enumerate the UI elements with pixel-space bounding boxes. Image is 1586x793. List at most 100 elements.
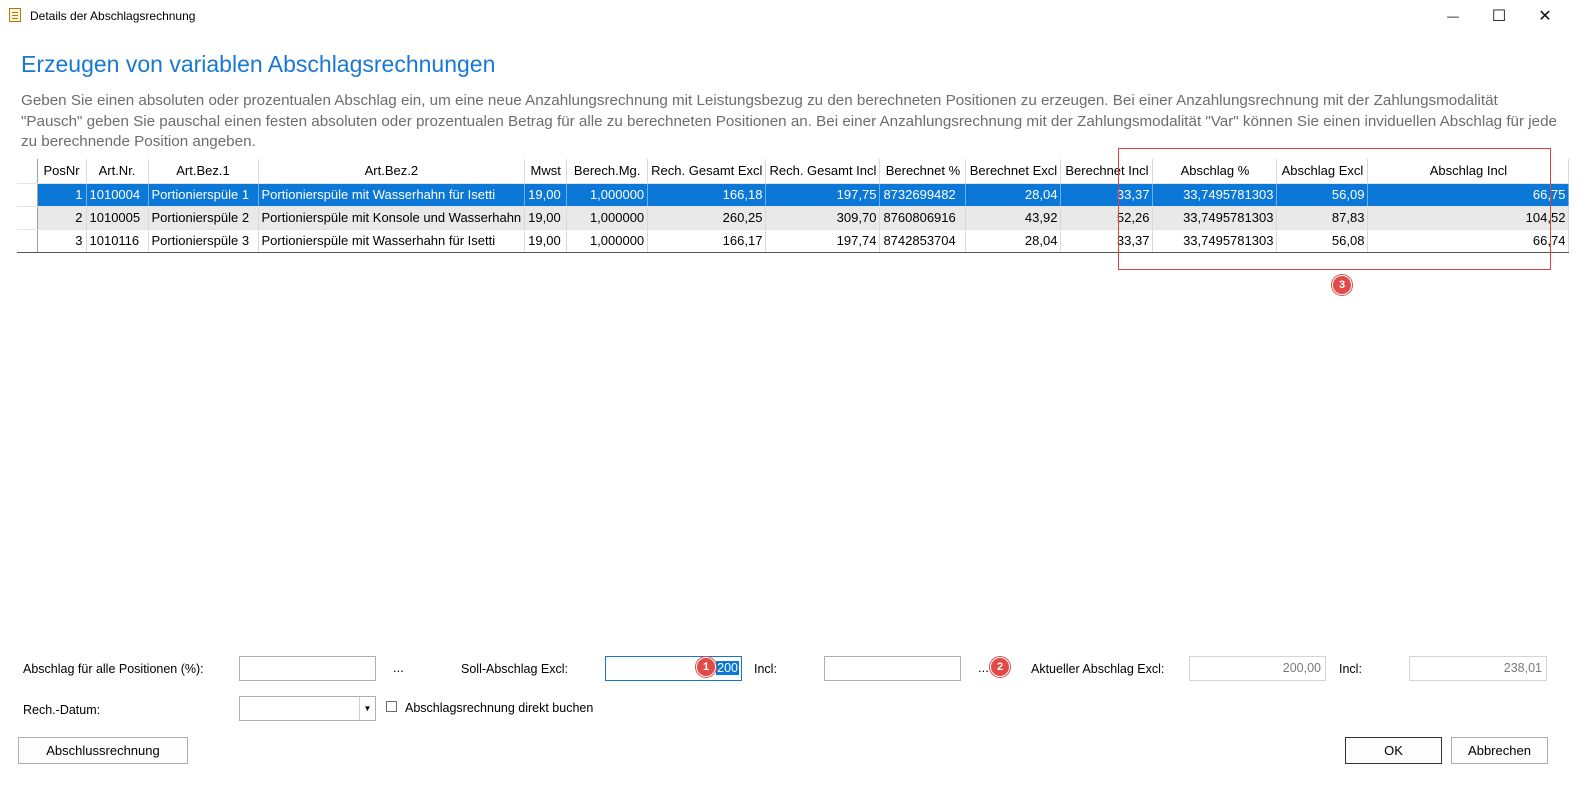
cell-abschlag-excl[interactable]: 87,83 (1276, 206, 1369, 230)
aktueller-incl-label: Incl: (1339, 662, 1362, 676)
cell-berechnet-incl[interactable]: 52,26 (1060, 206, 1154, 230)
ok-button[interactable]: OK (1345, 737, 1442, 764)
close-button[interactable]: ✕ (1522, 0, 1568, 32)
marker-3: 3 (1332, 275, 1352, 295)
close-icon: ✕ (1538, 8, 1552, 25)
positions-grid: PosNr Art.Nr. Art.Bez.1 Art.Bez.2 Mwst B… (17, 159, 1570, 253)
soll-incl-label: Incl: (754, 662, 777, 676)
cell-abschlag-excl[interactable]: 56,09 (1276, 183, 1369, 207)
abbrechen-button[interactable]: Abbrechen (1451, 737, 1548, 764)
cell-abschlag-pct[interactable]: 33,7495781303 (1152, 183, 1278, 207)
maximize-icon: ☐ (1491, 8, 1507, 25)
row-header[interactable] (17, 229, 38, 253)
cell-abschlag-pct[interactable]: 33,7495781303 (1152, 229, 1278, 253)
cell-berechnet-excl[interactable]: 28,04 (965, 183, 1062, 207)
soll-incl-input[interactable] (824, 656, 961, 681)
cell-rech-excl[interactable]: 166,18 (647, 183, 767, 207)
cell-abschlag-incl[interactable]: 66,74 (1367, 229, 1570, 253)
cell-abschlag-pct[interactable]: 33,7495781303 (1152, 206, 1278, 230)
maximize-button[interactable]: ☐ (1476, 0, 1522, 32)
soll-abschlag-label: Soll-Abschlag Excl: (461, 662, 568, 676)
cell-berechnet-excl[interactable]: 43,92 (965, 206, 1062, 230)
description-text: Geben Sie einen absoluten oder prozentua… (21, 92, 1557, 150)
cell-mwst[interactable]: 19,00 (524, 183, 568, 207)
col-header[interactable]: Abschlag Incl (1367, 159, 1570, 184)
cell-artbez2[interactable]: Portionierspüle mit Wasserhahn für Isett… (258, 229, 526, 253)
abschlag-alle-dots-button[interactable]: ... (393, 660, 404, 675)
window-title: Details der Abschlagsrechnung (30, 9, 196, 23)
cell-posnr[interactable]: 1 (37, 183, 87, 207)
direkt-buchen-label[interactable]: Abschlagsrechnung direkt buchen (405, 701, 593, 715)
cell-berechmg[interactable]: 1,000000 (566, 183, 649, 207)
abschlag-alle-label: Abschlag für alle Positionen (%): (23, 662, 204, 676)
page-title: Erzeugen von variablen Abschlagsrechnung… (21, 51, 496, 77)
soll-abschlag-input[interactable]: 200 (605, 656, 742, 681)
aktueller-incl-field: 238,01 (1409, 656, 1547, 681)
row-header-corner (17, 159, 38, 184)
soll-incl-dots-button[interactable]: ... (978, 660, 989, 675)
table-row[interactable]: 1 1010004 Portionierspüle 1 Portioniersp… (17, 183, 1570, 207)
cell-rech-excl[interactable]: 260,25 (647, 206, 767, 230)
col-header[interactable]: Rech. Gesamt Excl (647, 159, 767, 184)
cell-rech-excl[interactable]: 166,17 (647, 229, 767, 253)
cell-posnr[interactable]: 3 (37, 229, 87, 253)
minimize-icon: — (1447, 9, 1459, 23)
cell-abschlag-excl[interactable]: 56,08 (1276, 229, 1369, 253)
document-icon (9, 8, 21, 22)
col-header[interactable]: Art.Bez.2 (258, 159, 526, 184)
col-header[interactable]: Art.Nr. (86, 159, 149, 184)
title-bar: Details der Abschlagsrechnung — ☐ ✕ (0, 0, 1586, 32)
cell-abschlag-incl[interactable]: 104,52 (1367, 206, 1570, 230)
minimize-button[interactable]: — (1430, 0, 1476, 32)
cell-artnr[interactable]: 1010004 (86, 183, 149, 207)
cell-artbez2[interactable]: Portionierspüle mit Konsole und Wasserha… (258, 206, 526, 230)
row-header[interactable] (17, 206, 38, 230)
cell-berechnet-incl[interactable]: 33,37 (1060, 183, 1154, 207)
chevron-down-icon[interactable]: ▼ (359, 697, 375, 720)
row-header[interactable] (17, 183, 38, 207)
col-header[interactable]: Rech. Gesamt Incl (765, 159, 881, 184)
table-row[interactable]: 2 1010005 Portionierspüle 2 Portioniersp… (17, 206, 1570, 230)
cell-artbez2[interactable]: Portionierspüle mit Wasserhahn für Isett… (258, 183, 526, 207)
col-header[interactable]: Mwst (524, 159, 568, 184)
col-header[interactable]: Berechnet Incl (1060, 159, 1154, 184)
cell-berechnet-incl[interactable]: 33,37 (1060, 229, 1154, 253)
col-header[interactable]: Art.Bez.1 (148, 159, 259, 184)
aktueller-excl-field: 200,00 (1189, 656, 1326, 681)
grid-header-row: PosNr Art.Nr. Art.Bez.1 Art.Bez.2 Mwst B… (17, 159, 1570, 184)
cell-artnr[interactable]: 1010005 (86, 206, 149, 230)
col-header[interactable]: Berechnet % (879, 159, 967, 184)
cell-artbez1[interactable]: Portionierspüle 1 (148, 183, 259, 207)
col-header[interactable]: Abschlag Excl (1276, 159, 1369, 184)
abschlussrechnung-button[interactable]: Abschlussrechnung (18, 737, 188, 764)
marker-1: 1 (696, 657, 716, 677)
cell-artnr[interactable]: 1010116 (86, 229, 149, 253)
direkt-buchen-checkbox[interactable] (386, 701, 397, 712)
cell-rech-incl[interactable]: 309,70 (765, 206, 881, 230)
marker-2: 2 (990, 657, 1010, 677)
col-header[interactable]: Berech.Mg. (566, 159, 649, 184)
cell-rech-incl[interactable]: 197,75 (765, 183, 881, 207)
col-header[interactable]: PosNr (37, 159, 87, 184)
rech-datum-picker[interactable]: ▼ (239, 696, 376, 721)
aktueller-abschlag-label: Aktueller Abschlag Excl: (1031, 662, 1165, 676)
cell-artbez1[interactable]: Portionierspüle 2 (148, 206, 259, 230)
cell-rech-incl[interactable]: 197,74 (765, 229, 881, 253)
rech-datum-label: Rech.-Datum: (23, 703, 101, 717)
cell-berechnet-pct[interactable]: 8732699482 (879, 183, 967, 207)
cell-mwst[interactable]: 19,00 (524, 206, 568, 230)
table-row[interactable]: 3 1010116 Portionierspüle 3 Portioniersp… (17, 229, 1570, 253)
cell-berechnet-pct[interactable]: 8760806916 (879, 206, 967, 230)
cell-berechmg[interactable]: 1,000000 (566, 229, 649, 253)
cell-artbez1[interactable]: Portionierspüle 3 (148, 229, 259, 253)
cell-mwst[interactable]: 19,00 (524, 229, 568, 253)
soll-abschlag-selected-text: 200 (716, 661, 739, 675)
cell-berechnet-excl[interactable]: 28,04 (965, 229, 1062, 253)
cell-berechmg[interactable]: 1,000000 (566, 206, 649, 230)
col-header[interactable]: Abschlag % (1152, 159, 1278, 184)
cell-abschlag-incl[interactable]: 66,75 (1367, 183, 1570, 207)
cell-posnr[interactable]: 2 (37, 206, 87, 230)
abschlag-alle-input[interactable] (239, 656, 376, 681)
col-header[interactable]: Berechnet Excl (965, 159, 1062, 184)
cell-berechnet-pct[interactable]: 8742853704 (879, 229, 967, 253)
